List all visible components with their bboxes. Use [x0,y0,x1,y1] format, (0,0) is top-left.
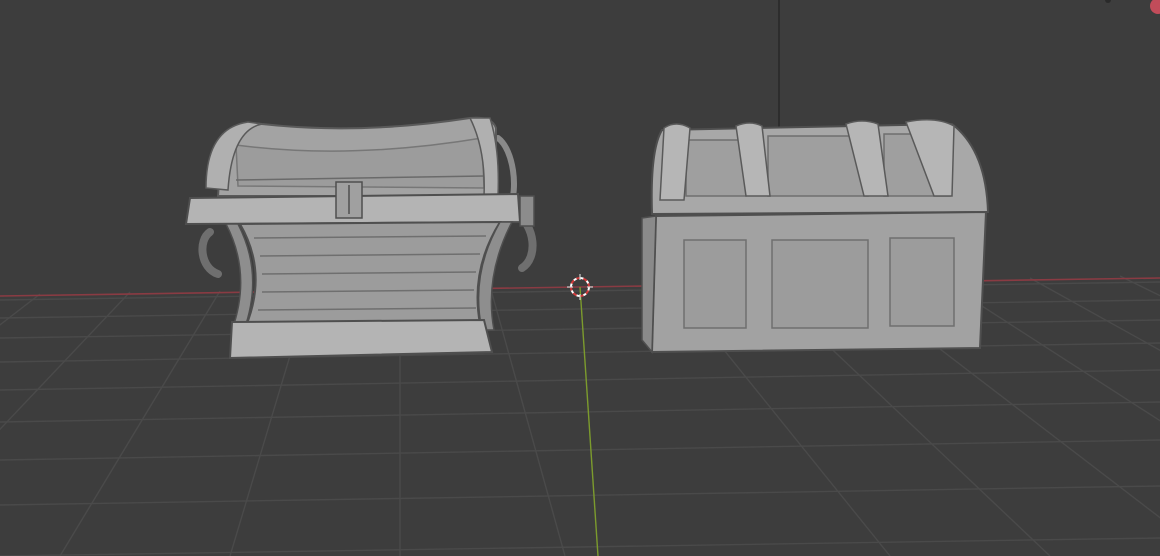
treasure-chest-boxy[interactable] [641,119,990,355]
viewport-scene[interactable] [0,0,1160,556]
treasure-chest-curved[interactable] [184,116,537,360]
3d-viewport[interactable] [0,0,1160,556]
